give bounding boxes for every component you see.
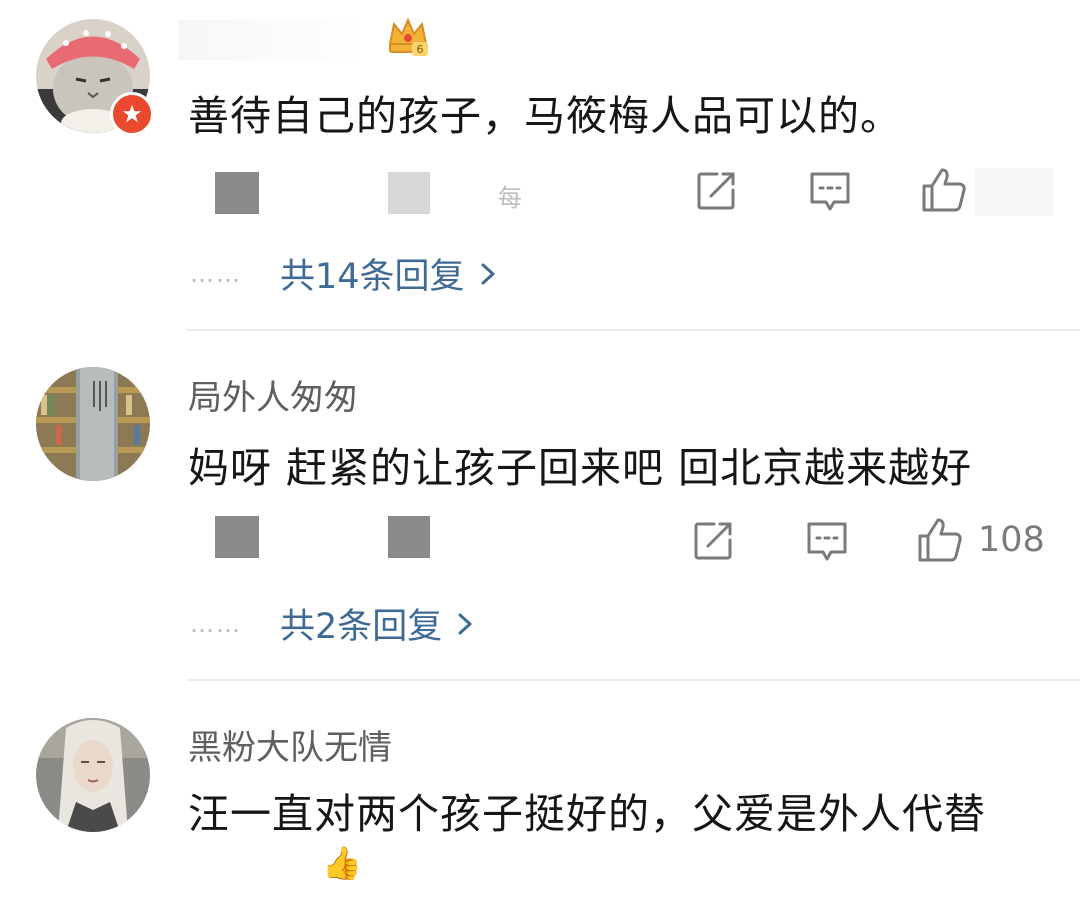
comment-text: 善待自己的孩子，马筱梅人品可以的。 [188,92,902,140]
comment-button[interactable] [808,170,852,214]
replies-row[interactable]: …… 共14条回复 [190,248,499,299]
ellipsis-dots: …… [190,259,242,288]
avatar[interactable] [36,718,150,832]
faint-text: 每 [498,184,522,212]
share-icon [694,522,732,560]
ellipsis-dots: …… [190,609,242,638]
share-button[interactable] [692,520,734,562]
comment-1: 6 善待自己的孩子，马筱梅人品可以的。 每 …… 共14条回复 [0,0,1080,330]
avatar[interactable] [36,367,150,481]
username[interactable]: 黑粉大队无情 [188,720,392,769]
comment-icon [810,172,850,211]
like-count: 108 [978,520,1045,560]
blurred-content [388,172,430,214]
chevron-right-icon [458,613,472,634]
comment-3: 黑粉大队无情 汪一直对两个孩子挺好的，父爱是外人代替 👍 [0,680,1080,909]
view-replies-link[interactable]: 共2条回复 [280,598,442,649]
username[interactable]: 局外人匆匆 [188,370,358,419]
thumbs-up-icon [922,168,966,212]
crown-level-icon: 6 [386,14,430,62]
like-button[interactable]: 108 [916,516,1045,564]
blurred-content [388,516,430,558]
chevron-right-icon [481,263,495,284]
bookshelf-avatar-image [36,367,150,481]
comment-button[interactable] [805,520,849,564]
comment-2: 局外人匆匆 妈呀 赶紧的让孩子回来吧 回北京越来越好 108 …… 共2条回复 [0,330,1080,680]
view-replies-link[interactable]: 共14条回复 [280,248,465,299]
comment-text: 汪一直对两个孩子挺好的，父爱是外人代替 [188,790,986,838]
share-icon [697,172,735,210]
replies-row[interactable]: …… 共2条回复 [190,598,476,649]
character-avatar-image [36,718,150,832]
blurred-content [215,516,259,558]
verified-badge-icon [110,92,154,136]
svg-text:6: 6 [417,43,424,56]
share-button[interactable] [695,170,737,212]
thumbs-up-icon [918,518,962,562]
like-button[interactable] [920,166,982,214]
username-blur [178,20,368,60]
comment-icon [807,522,847,561]
comment-text: 妈呀 赶紧的让孩子回来吧 回北京越来越好 [188,444,973,492]
thumbs-up-emoji: 👍 [322,844,362,882]
blurred-content [215,172,259,214]
like-count-blur [975,168,1053,216]
